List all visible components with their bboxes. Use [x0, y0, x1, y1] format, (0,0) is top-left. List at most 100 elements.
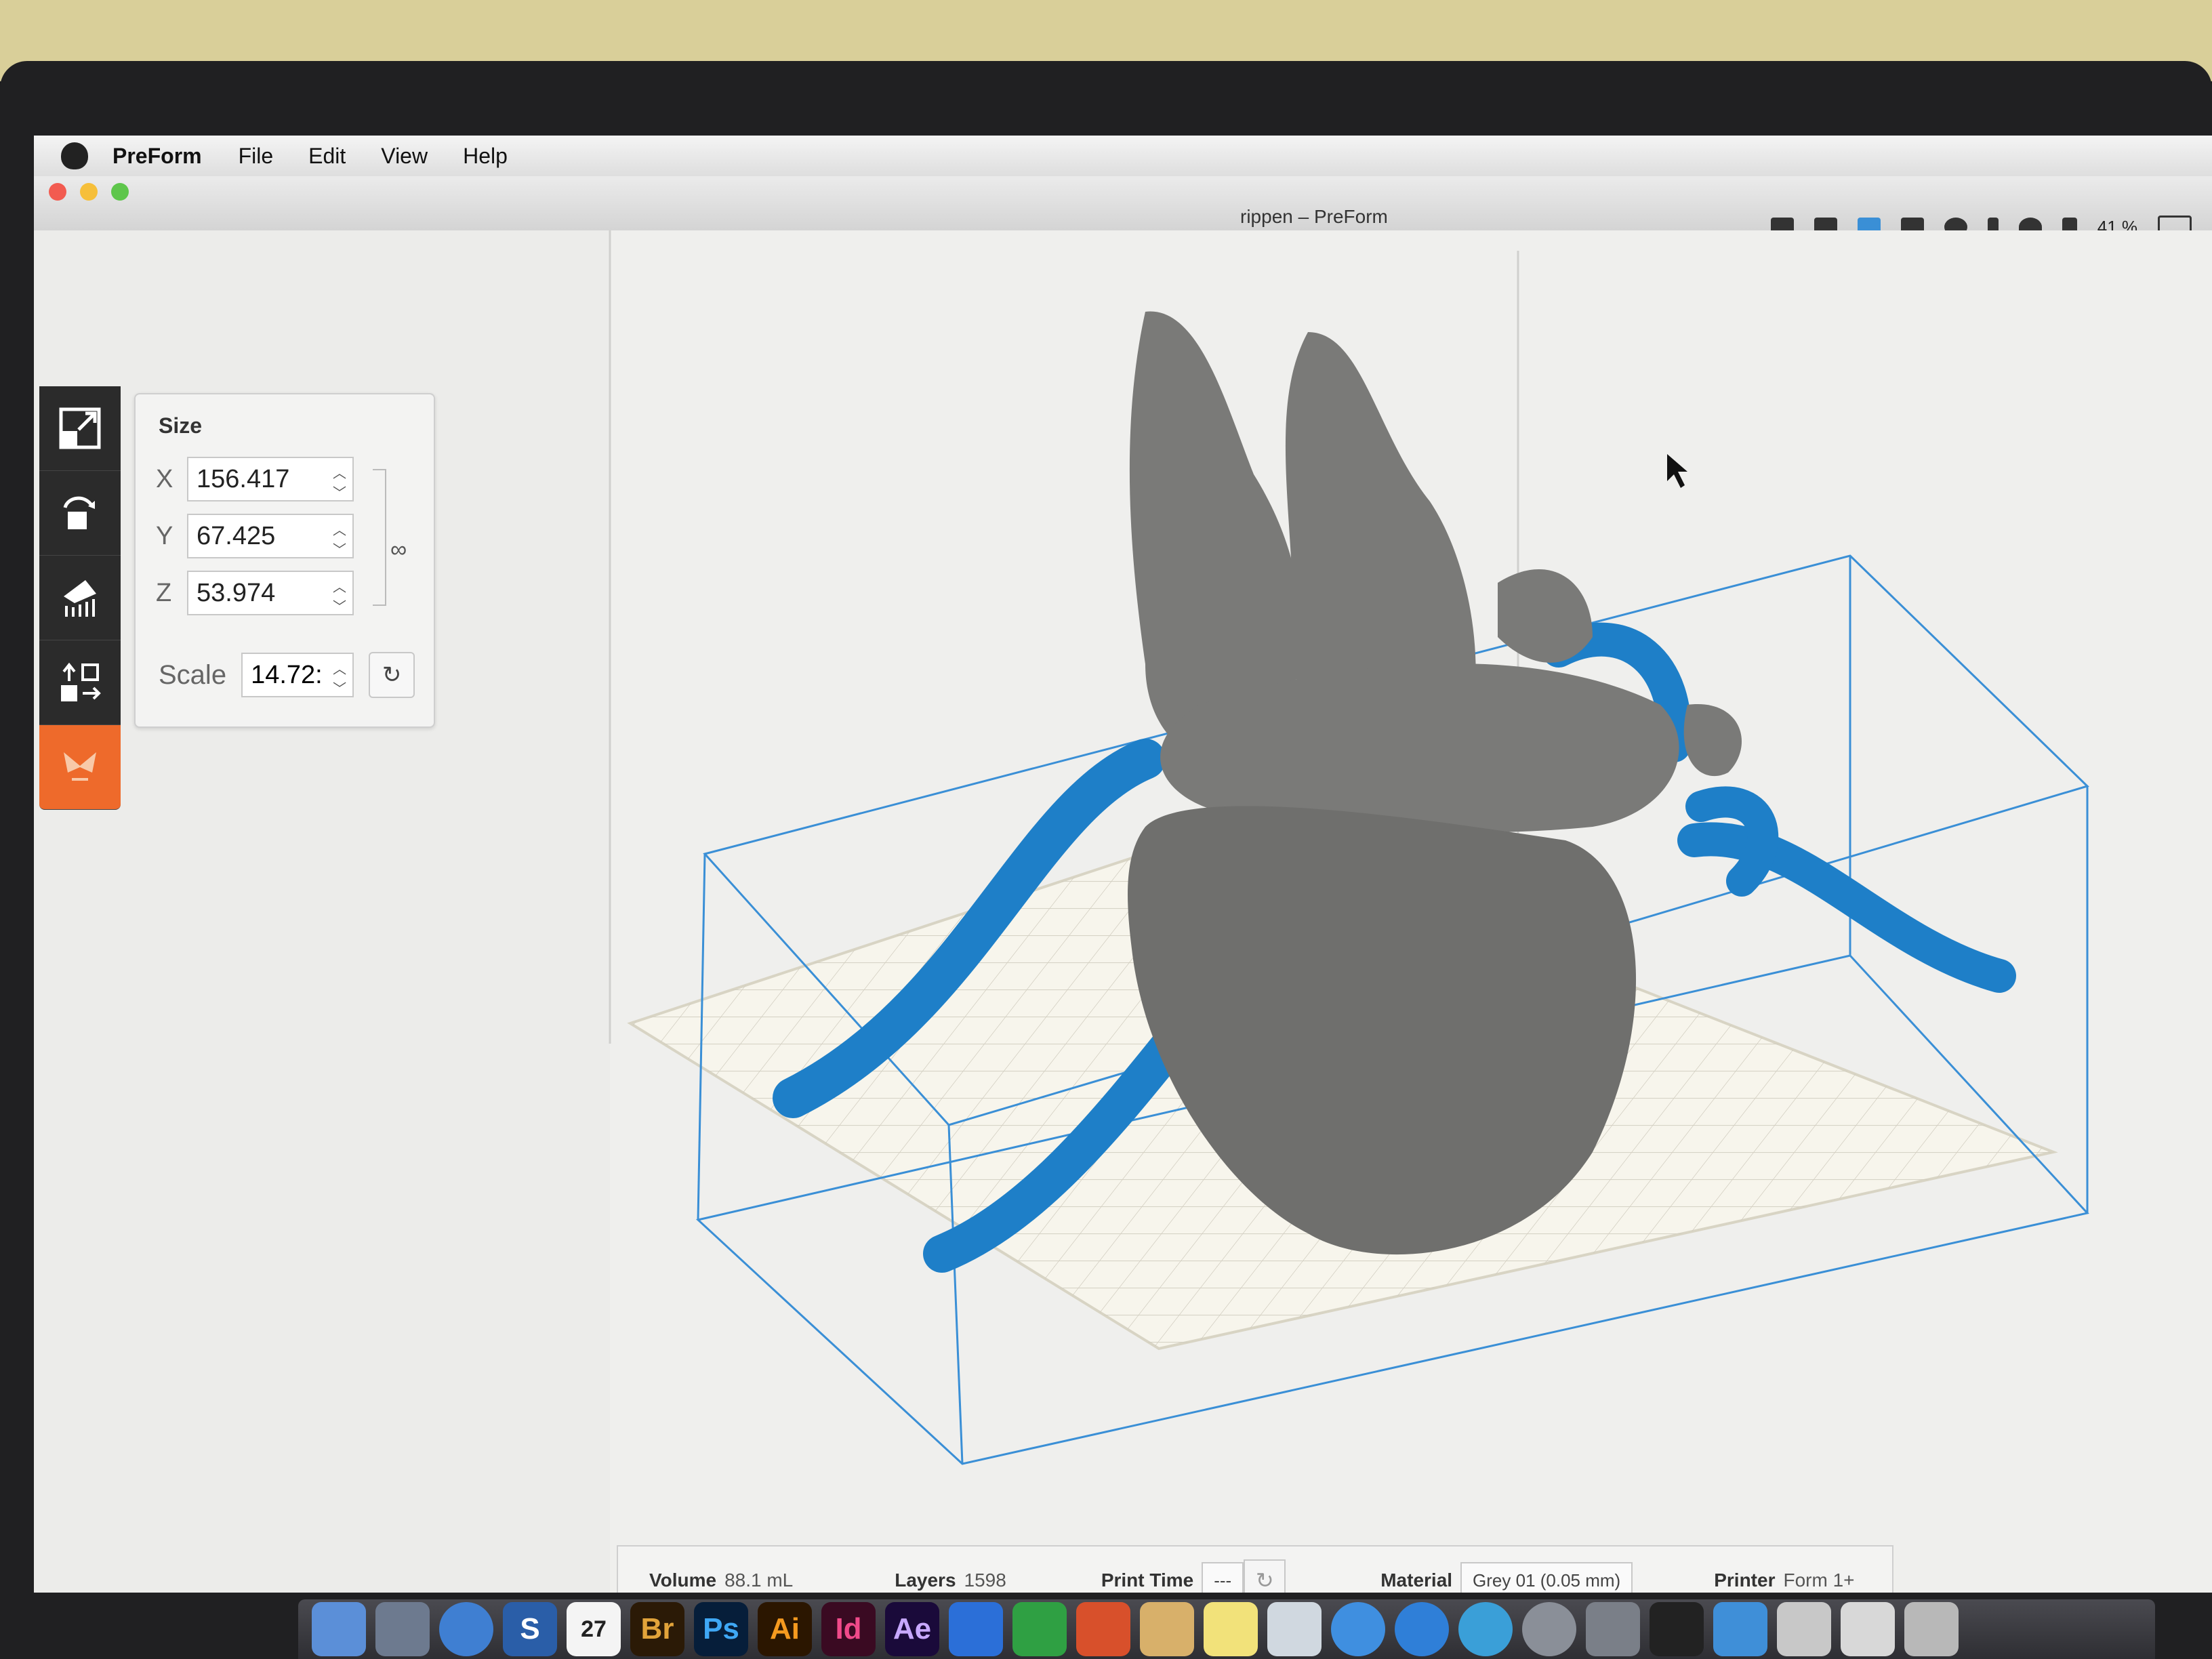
- window-title: rippen – PreForm: [1240, 206, 1388, 227]
- calendar-day: 27: [581, 1616, 607, 1642]
- size-z-value: 53.974: [197, 578, 276, 607]
- contacts-icon[interactable]: [1140, 1602, 1194, 1656]
- print-icon: [64, 752, 96, 781]
- menu-bar: PreForm File Edit View Help: [34, 136, 2212, 176]
- material-label: Material: [1380, 1570, 1453, 1591]
- menu-edit[interactable]: Edit: [308, 144, 346, 169]
- volume-label: Volume: [649, 1570, 717, 1591]
- menu-file[interactable]: File: [239, 144, 274, 169]
- 3d-viewport[interactable]: Size X 156.417 ︿﹀ Y 67.425 ︿﹀ Z 53.974: [34, 230, 2212, 1593]
- downloads-icon[interactable]: [1841, 1602, 1895, 1656]
- powerpoint-icon[interactable]: [1076, 1602, 1130, 1656]
- printer-value: Form 1+: [1783, 1570, 1855, 1591]
- chevron-down-icon[interactable]: ﹀: [331, 539, 348, 558]
- scale-row: Scale 14.72: ︿ ﹀ ↻: [159, 652, 415, 698]
- chevron-down-icon[interactable]: ﹀: [331, 482, 348, 501]
- layers-info: Layers 1598: [895, 1570, 1006, 1591]
- reset-scale-button[interactable]: ↻: [369, 652, 415, 698]
- printer-info: Printer Form 1+: [1714, 1570, 1854, 1591]
- mail-icon[interactable]: [375, 1602, 430, 1656]
- scale-stepper[interactable]: ︿ ﹀: [331, 658, 348, 696]
- minimize-icon[interactable]: [80, 183, 98, 201]
- print-tool-button[interactable]: [39, 725, 121, 810]
- preform-dock-icon[interactable]: [1713, 1602, 1767, 1656]
- system-preferences-icon[interactable]: [1586, 1602, 1640, 1656]
- close-icon[interactable]: [49, 183, 66, 201]
- dock: S 27 Br Ps Ai Id Ae: [298, 1599, 2155, 1659]
- indesign-icon[interactable]: Id: [821, 1602, 876, 1656]
- size-x-stepper[interactable]: ︿ ﹀: [331, 462, 348, 501]
- printer-label: Printer: [1714, 1570, 1776, 1591]
- layout-tool-button[interactable]: [39, 640, 121, 725]
- supports-icon: [64, 580, 96, 617]
- print-time-label: Print Time: [1101, 1570, 1194, 1591]
- chevron-down-icon[interactable]: ﹀: [331, 596, 348, 615]
- y-label: Y: [156, 521, 173, 550]
- refresh-icon: ↻: [1255, 1568, 1274, 1593]
- illustrator-label: Ai: [770, 1612, 800, 1645]
- size-panel: Size X 156.417 ︿﹀ Y 67.425 ︿﹀ Z 53.974: [134, 393, 435, 728]
- refresh-estimate-button[interactable]: ↻: [1244, 1559, 1286, 1593]
- apple-icon[interactable]: [61, 142, 88, 169]
- supports-tool-button[interactable]: [39, 556, 121, 640]
- size-y-row: Y 67.425 ︿ ﹀: [156, 514, 354, 558]
- network-icon[interactable]: [1458, 1602, 1513, 1656]
- after-effects-icon[interactable]: Ae: [885, 1602, 939, 1656]
- link-bracket: [373, 469, 386, 606]
- size-y-input[interactable]: 67.425 ︿ ﹀: [187, 514, 354, 558]
- messages-icon[interactable]: [1331, 1602, 1385, 1656]
- size-x-input[interactable]: 156.417 ︿ ﹀: [187, 457, 354, 501]
- photoshop-icon[interactable]: Ps: [694, 1602, 748, 1656]
- bridge-icon[interactable]: Br: [630, 1602, 684, 1656]
- calendar-icon[interactable]: 27: [567, 1602, 621, 1656]
- after-effects-label: Ae: [893, 1612, 932, 1645]
- skype-icon[interactable]: S: [503, 1602, 557, 1656]
- orientation-tool-button[interactable]: [39, 471, 121, 556]
- chevron-up-icon[interactable]: ︿: [331, 576, 348, 596]
- finder-icon[interactable]: [312, 1602, 366, 1656]
- word-icon[interactable]: [949, 1602, 1003, 1656]
- size-y-value: 67.425: [197, 521, 276, 550]
- illustrator-icon[interactable]: Ai: [758, 1602, 812, 1656]
- app-store-icon[interactable]: [1395, 1602, 1449, 1656]
- resize-icon: [59, 407, 101, 449]
- excel-icon[interactable]: [1012, 1602, 1067, 1656]
- size-y-stepper[interactable]: ︿ ﹀: [331, 519, 348, 558]
- chevron-up-icon[interactable]: ︿: [331, 519, 348, 539]
- z-label: Z: [156, 578, 172, 607]
- documents-icon[interactable]: [1777, 1602, 1831, 1656]
- chevron-down-icon[interactable]: ﹀: [331, 678, 348, 696]
- link-proportions-icon[interactable]: ∞: [390, 537, 407, 563]
- photoshop-label: Ps: [703, 1612, 739, 1645]
- material-select[interactable]: Grey 01 (0.05 mm): [1460, 1561, 1633, 1593]
- layers-value: 1598: [964, 1570, 1006, 1591]
- chevron-up-icon[interactable]: ︿: [331, 462, 348, 482]
- bridge-label: Br: [640, 1612, 674, 1645]
- rotate-icon: [63, 496, 95, 529]
- zoom-icon[interactable]: [111, 183, 129, 201]
- activity-monitor-icon[interactable]: [1650, 1602, 1704, 1656]
- volume-value: 88.1 mL: [724, 1570, 794, 1591]
- size-z-row: Z 53.974 ︿ ﹀: [156, 571, 354, 615]
- material-info: Material Grey 01 (0.05 mm): [1380, 1561, 1633, 1593]
- safari-icon[interactable]: [439, 1602, 493, 1656]
- launchpad-icon[interactable]: [1522, 1602, 1576, 1656]
- size-z-input[interactable]: 53.974 ︿ ﹀: [187, 571, 354, 615]
- x-label: X: [156, 464, 173, 493]
- layout-icon: [61, 662, 101, 701]
- reset-icon: ↻: [382, 662, 402, 688]
- left-toolbar: [39, 386, 121, 810]
- preview-icon[interactable]: [1267, 1602, 1322, 1656]
- notes-icon[interactable]: [1204, 1602, 1258, 1656]
- menu-help[interactable]: Help: [463, 144, 508, 169]
- size-z-stepper[interactable]: ︿ ﹀: [331, 576, 348, 615]
- trash-icon[interactable]: [1904, 1602, 1959, 1656]
- size-tool-button[interactable]: [39, 386, 121, 471]
- size-x-row: X 156.417 ︿ ﹀: [156, 457, 354, 501]
- app-menu[interactable]: PreForm: [112, 144, 202, 169]
- scale-input[interactable]: 14.72: ︿ ﹀: [241, 653, 354, 697]
- menu-view[interactable]: View: [381, 144, 428, 169]
- scale-value: 14.72:: [251, 660, 323, 689]
- chevron-up-icon[interactable]: ︿: [331, 658, 348, 678]
- info-bar: Volume 88.1 mL Layers 1598 Print Time --…: [617, 1545, 1893, 1593]
